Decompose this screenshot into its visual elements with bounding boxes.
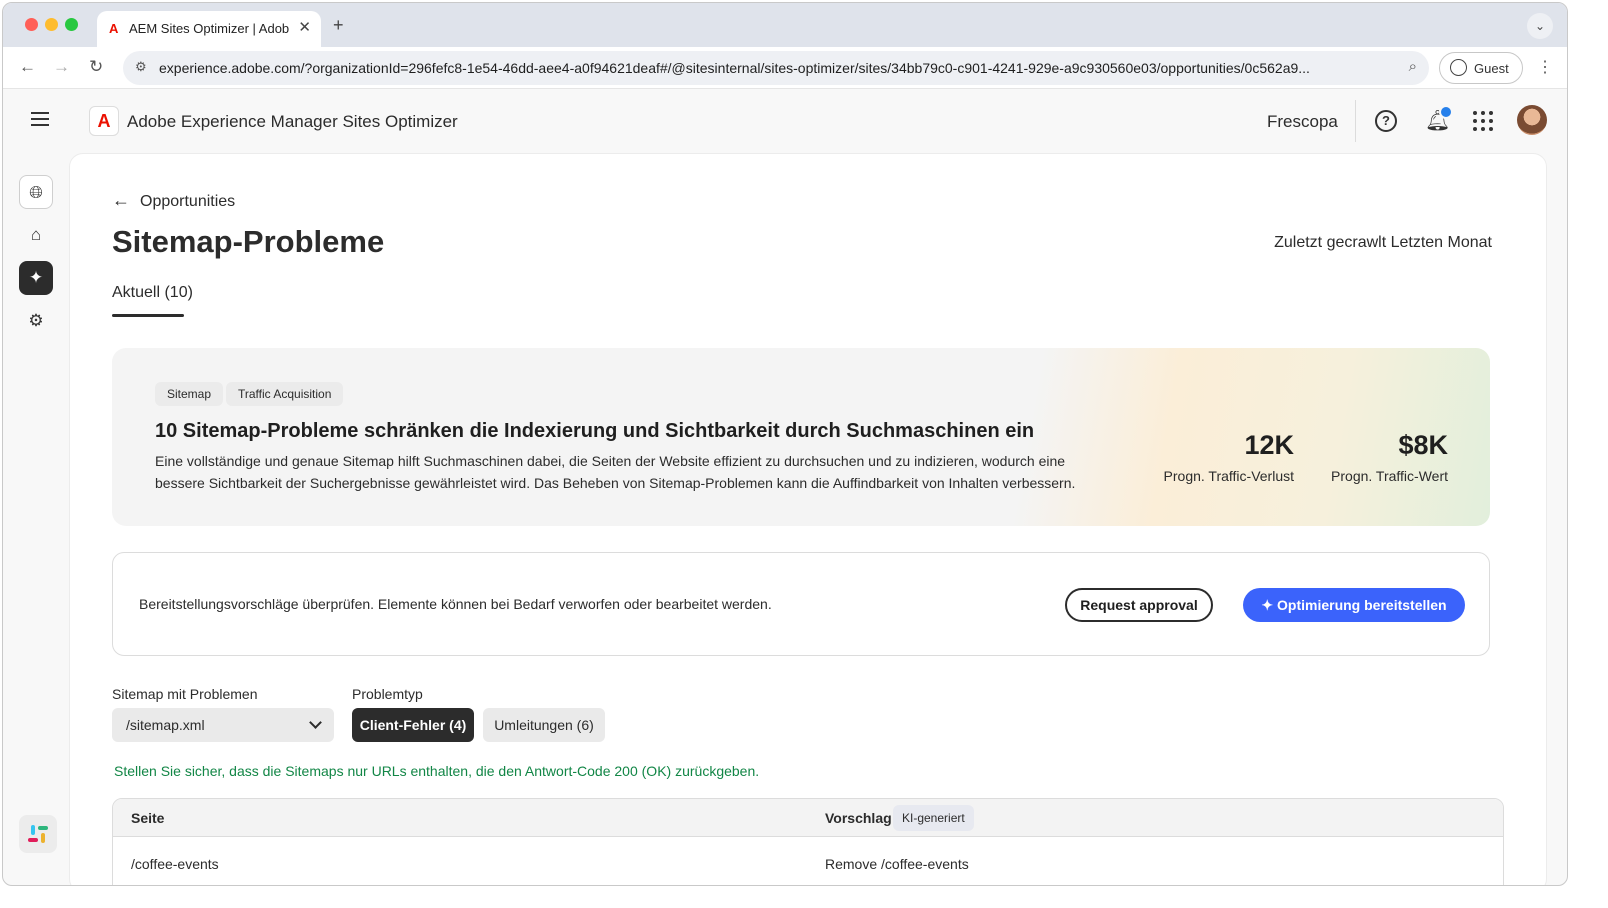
arrow-left-icon: ← bbox=[112, 190, 130, 210]
tab-title: AEM Sites Optimizer | Adobe bbox=[129, 21, 289, 36]
app-switcher-icon[interactable] bbox=[1473, 111, 1493, 131]
home-icon[interactable]: ⌂ bbox=[19, 218, 53, 252]
forward-icon[interactable]: → bbox=[53, 57, 70, 77]
tab-strip: A AEM Sites Optimizer | Adobe ✕ + ⌄ bbox=[3, 3, 1567, 47]
last-crawled-text: Zuletzt gecrawlt Letzten Monat bbox=[1274, 234, 1492, 251]
org-switcher[interactable]: Frescopa bbox=[1267, 112, 1338, 132]
page-title: Sitemap-Probleme bbox=[112, 224, 385, 259]
guest-label: Guest bbox=[1474, 61, 1509, 76]
tab-close-icon[interactable]: ✕ bbox=[298, 18, 311, 36]
cell-page: /coffee-events bbox=[131, 856, 219, 872]
filter-hint: Stellen Sie sicher, dass die Sitemaps nu… bbox=[114, 763, 760, 779]
traffic-loss-label: Progn. Traffic-Verlust bbox=[1163, 468, 1294, 484]
new-tab-icon[interactable]: + bbox=[333, 15, 344, 36]
browser-tab[interactable]: A AEM Sites Optimizer | Adobe ✕ bbox=[97, 11, 321, 47]
column-header-suggestion: Vorschlag bbox=[825, 810, 892, 826]
browser-menu-icon[interactable]: ⋮ bbox=[1537, 57, 1553, 77]
sitemap-filter-label: Sitemap mit Problemen bbox=[112, 686, 258, 702]
menu-icon[interactable] bbox=[31, 112, 49, 126]
guest-profile-button[interactable]: Guest bbox=[1439, 52, 1523, 84]
slack-icon[interactable] bbox=[19, 815, 57, 853]
issues-table: Seite Vorschlag KI-generiert /coffee-eve… bbox=[112, 798, 1504, 885]
main-content: ← Opportunities Sitemap-Probleme Zuletzt … bbox=[69, 153, 1547, 885]
request-approval-button[interactable]: Request approval bbox=[1065, 588, 1213, 622]
reload-icon[interactable]: ↻ bbox=[89, 57, 103, 77]
zoom-icon[interactable]: ⌕ bbox=[1409, 58, 1417, 75]
traffic-value-value: $8K bbox=[1398, 430, 1448, 460]
tag-chip: Sitemap bbox=[155, 382, 224, 406]
column-header-page: Seite bbox=[131, 810, 165, 826]
opportunities-icon[interactable]: ✦ bbox=[19, 261, 53, 295]
table-header: Seite Vorschlag KI-generiert bbox=[113, 799, 1503, 837]
ai-generated-badge: KI-generiert bbox=[893, 805, 974, 831]
back-label: Opportunities bbox=[140, 193, 236, 210]
back-to-opportunities-link[interactable]: ← Opportunities bbox=[112, 190, 235, 211]
traffic-loss-value: 12K bbox=[1244, 430, 1294, 460]
sitemap-select-value: /sitemap.xml bbox=[126, 717, 205, 733]
traffic-value-label: Progn. Traffic-Wert bbox=[1331, 468, 1448, 484]
notification-badge bbox=[1439, 105, 1453, 119]
problem-type-client-errors[interactable]: Client-Fehler (4) bbox=[352, 708, 474, 742]
summary-heading: 10 Sitemap-Probleme schränken die Indexi… bbox=[155, 420, 1035, 442]
tab-active-indicator bbox=[112, 314, 184, 317]
problem-type-label: Problemtyp bbox=[352, 686, 423, 702]
opportunity-summary-card: Sitemap Traffic Acquisition 10 Sitemap-P… bbox=[112, 348, 1490, 526]
navigation-bar: ← → ↻ ⚙ experience.adobe.com/?organizati… bbox=[3, 47, 1567, 89]
adobe-favicon-icon: A bbox=[109, 21, 119, 36]
globe-icon[interactable]: 🌐︎ bbox=[19, 175, 53, 209]
user-avatar[interactable] bbox=[1517, 105, 1547, 135]
tag-chip: Traffic Acquisition bbox=[226, 382, 344, 406]
problem-type-redirects[interactable]: Umleitungen (6) bbox=[483, 708, 605, 742]
tab-search-chevron-icon[interactable]: ⌄ bbox=[1527, 13, 1553, 39]
sparkle-icon: ✦ bbox=[1261, 597, 1278, 613]
site-settings-icon[interactable]: ⚙ bbox=[135, 59, 147, 75]
browser-window: A AEM Sites Optimizer | Adobe ✕ + ⌄ ← → … bbox=[2, 2, 1568, 886]
close-window-button[interactable] bbox=[25, 18, 38, 31]
deployment-actions-panel: Bereitstellungsvorschläge überprüfen. El… bbox=[112, 552, 1490, 656]
actions-description: Bereitstellungsvorschläge überprüfen. El… bbox=[139, 596, 772, 612]
settings-icon[interactable]: ⚙ bbox=[19, 304, 53, 338]
sitemap-select[interactable]: /sitemap.xml bbox=[112, 708, 334, 742]
maximize-window-button[interactable] bbox=[65, 18, 78, 31]
adobe-logo-icon: A bbox=[89, 106, 119, 136]
deploy-optimization-button[interactable]: ✦ Optimierung bereitstellen bbox=[1243, 588, 1465, 622]
address-bar[interactable]: ⚙ experience.adobe.com/?organizationId=2… bbox=[123, 51, 1429, 85]
tab-current[interactable]: Aktuell (10) bbox=[112, 284, 193, 302]
profile-icon bbox=[1450, 59, 1467, 76]
minimize-window-button[interactable] bbox=[45, 18, 58, 31]
app-header: A Adobe Experience Manager Sites Optimiz… bbox=[3, 90, 1567, 152]
header-divider bbox=[1355, 100, 1356, 142]
back-icon[interactable]: ← bbox=[19, 57, 36, 77]
help-icon[interactable]: ? bbox=[1375, 110, 1397, 132]
summary-description: Eine vollständige und genaue Sitemap hil… bbox=[155, 453, 1076, 491]
app-title: Adobe Experience Manager Sites Optimizer bbox=[127, 112, 458, 131]
deploy-label: Optimierung bereitstellen bbox=[1277, 597, 1447, 613]
chevron-down-icon bbox=[309, 716, 322, 729]
url-text[interactable]: experience.adobe.com/?organizationId=296… bbox=[159, 60, 1391, 76]
cell-suggestion: Remove /coffee-events bbox=[825, 856, 969, 872]
